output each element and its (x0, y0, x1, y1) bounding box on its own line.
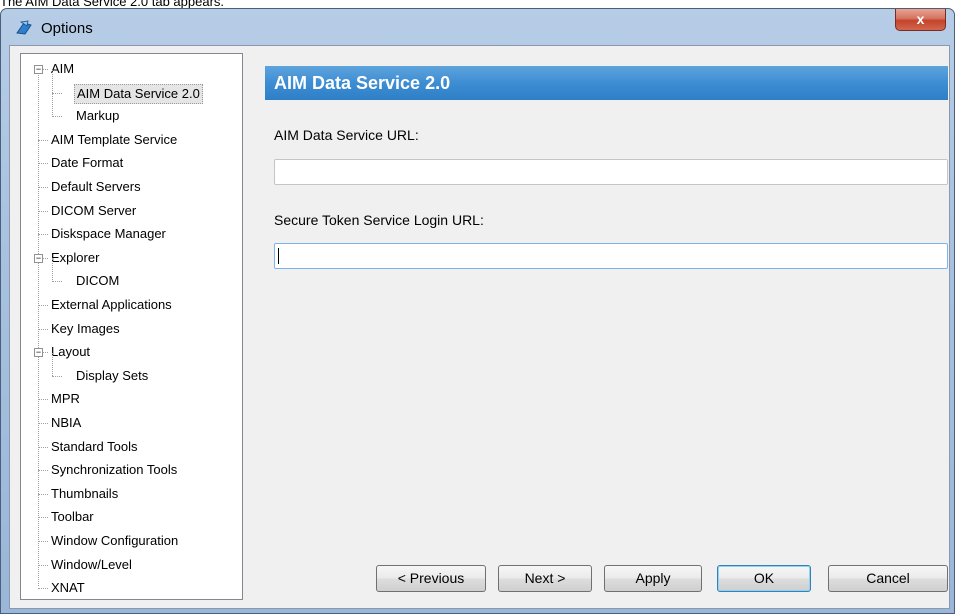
tree-connector (38, 328, 48, 330)
tree-connector (38, 470, 48, 472)
tree-item-aim-data-service-2-0[interactable]: AIM Data Service 2.0 (74, 83, 203, 104)
tree-connector (38, 446, 48, 448)
tree-connector (38, 541, 48, 542)
settings-panel: AIM Data Service 2.0 AIM Data Service UR… (265, 66, 949, 606)
tree-connector (38, 163, 48, 165)
collapse-icon[interactable]: − (34, 253, 43, 263)
tree-item-toolbar[interactable]: Toolbar (49, 508, 96, 526)
button-row: < Previous Next > Apply OK Cancel (376, 565, 951, 592)
tree-connector (52, 352, 53, 377)
tree-item-aim[interactable]: AIM (49, 60, 76, 78)
tree-item-explorer[interactable]: Explorer (49, 249, 101, 267)
dialog-client-area: − AIM AIM Data Service 2.0 Markup AIM Templa… (9, 45, 950, 609)
tree-item-display-sets[interactable]: Display Sets (74, 367, 150, 385)
apply-button[interactable]: Apply (604, 565, 702, 592)
tree-connector (38, 67, 39, 587)
collapse-icon[interactable]: − (34, 65, 43, 74)
collapse-icon[interactable]: − (34, 348, 43, 358)
tree-item-external-applications[interactable]: External Applications (49, 296, 174, 314)
previous-button[interactable]: < Previous (376, 565, 486, 592)
tree-connector (38, 493, 48, 495)
text-caret (278, 248, 279, 264)
tree-connector (38, 399, 48, 401)
tree-connector (38, 139, 48, 141)
tree-connector (52, 116, 62, 118)
tree-item-aim-template-service[interactable]: AIM Template Service (49, 131, 179, 149)
sts-login-url-label: Secure Token Service Login URL: (274, 212, 484, 228)
tree-item-thumbnails[interactable]: Thumbnails (49, 485, 120, 503)
options-icon (16, 20, 32, 35)
options-dialog: Options x − AIM AIM Data Service 2.0 Markup… (0, 8, 955, 614)
section-header: AIM Data Service 2.0 (265, 66, 948, 100)
tree-connector (52, 93, 53, 117)
tree-item-mpr[interactable]: MPR (49, 390, 82, 408)
tree-item-dicom[interactable]: DICOM (74, 272, 121, 290)
ok-button[interactable]: OK (717, 565, 811, 592)
tree-connector (38, 517, 48, 519)
next-button[interactable]: Next > (498, 565, 592, 592)
tree-item-window-level[interactable]: Window/Level (49, 556, 134, 574)
tree-connector (38, 234, 48, 236)
tree-item-key-images[interactable]: Key Images (49, 320, 122, 338)
close-icon: x (916, 11, 925, 27)
tree-connector (38, 564, 48, 566)
tree-connector (52, 281, 62, 283)
window-title: Options (41, 20, 93, 37)
caption-text: The AIM Data Service 2.0 tab appears. (0, 0, 225, 9)
tree-item-diskspace-manager[interactable]: Diskspace Manager (49, 225, 168, 243)
title-bar[interactable]: Options x (1, 9, 954, 44)
tree-connector (38, 423, 48, 424)
tree-connector (52, 375, 62, 377)
tree-item-nbia[interactable]: NBIA (49, 414, 83, 432)
sts-login-url-input[interactable] (274, 243, 948, 269)
tree-item-date-format[interactable]: Date Format (49, 154, 125, 172)
tree-item-markup[interactable]: Markup (74, 107, 121, 125)
aim-data-service-url-input[interactable] (274, 159, 948, 185)
tree-connector (52, 258, 53, 282)
close-button[interactable]: x (895, 9, 946, 31)
tree-item-default-servers[interactable]: Default Servers (49, 178, 143, 196)
tree-item-layout[interactable]: Layout (49, 343, 92, 361)
tree-item-window-configuration[interactable]: Window Configuration (49, 532, 180, 550)
tree-item-xnat[interactable]: XNAT (49, 579, 87, 597)
tree-connector (38, 187, 48, 188)
tree-item-standard-tools[interactable]: Standard Tools (49, 438, 140, 456)
tree-connector (52, 69, 53, 94)
cancel-button[interactable]: Cancel (828, 565, 948, 592)
tree-connector (38, 210, 48, 212)
tree-connector (38, 588, 48, 590)
options-tree[interactable]: − AIM AIM Data Service 2.0 Markup AIM Templa… (20, 53, 243, 600)
tree-connector (52, 92, 62, 94)
tree-connector (38, 305, 48, 306)
tree-item-dicom-server[interactable]: DICOM Server (49, 202, 138, 220)
tree-item-synchronization-tools[interactable]: Synchronization Tools (49, 461, 179, 479)
aim-data-service-url-label: AIM Data Service URL: (274, 127, 419, 143)
